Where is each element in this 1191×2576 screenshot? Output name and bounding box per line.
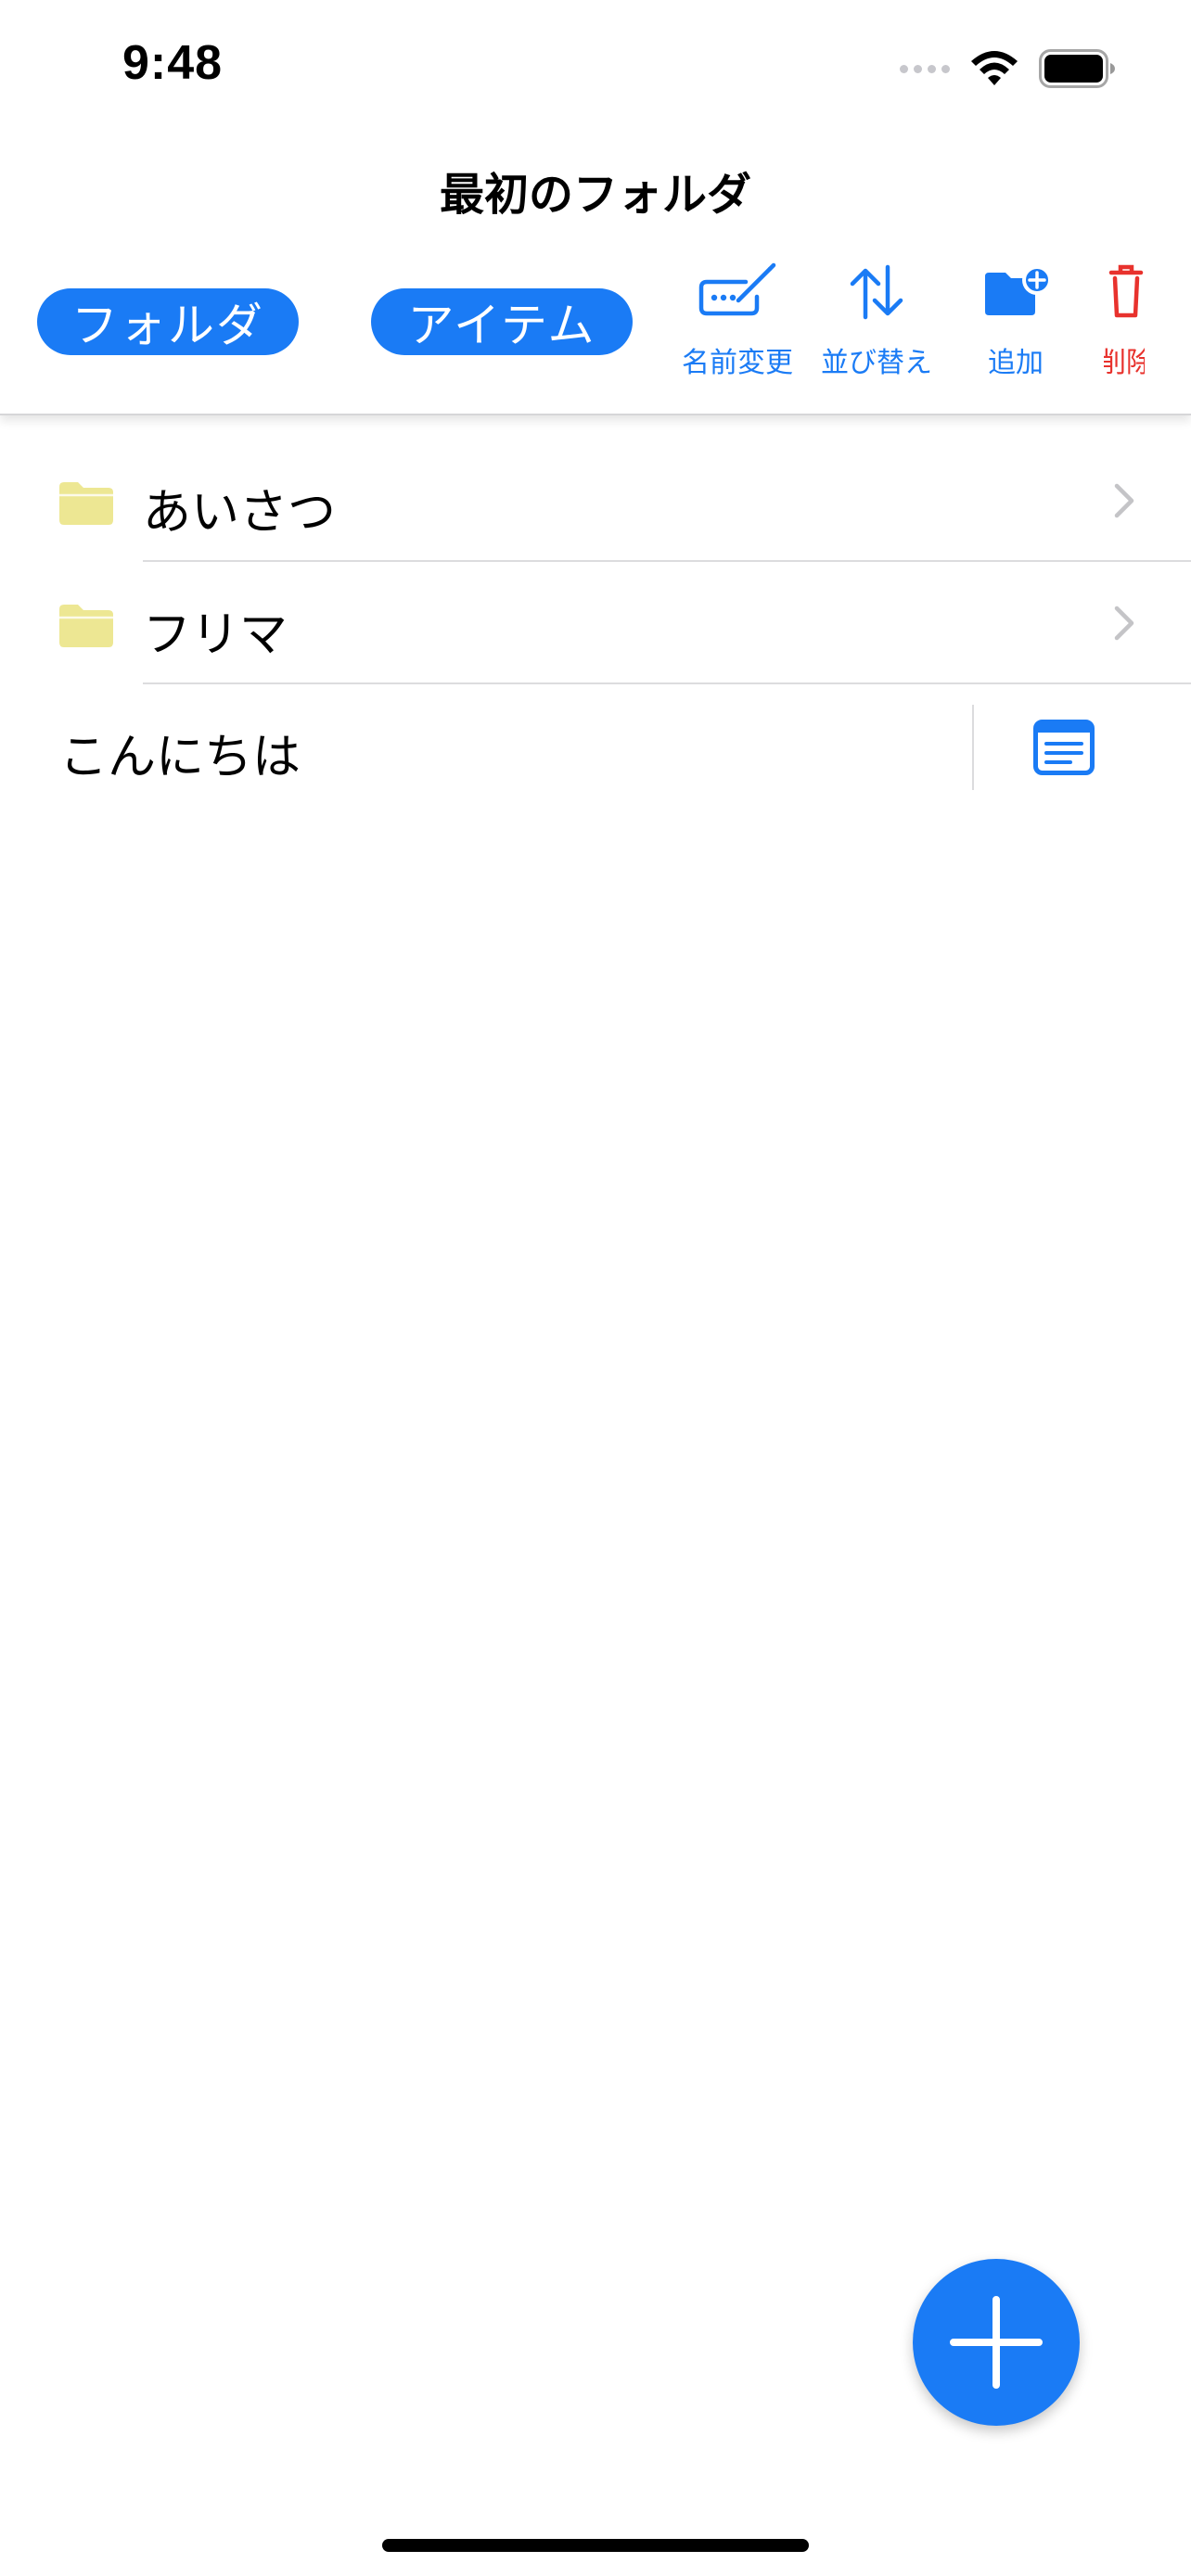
- folder-icon: [59, 482, 113, 525]
- status-icons: [900, 48, 1117, 89]
- folder-label: フリマ: [143, 607, 288, 663]
- battery-icon: [1039, 49, 1115, 88]
- delete-label: 削除: [1104, 347, 1145, 379]
- plus-icon: [950, 2296, 1043, 2389]
- sort-arrows-icon: [850, 264, 903, 320]
- item-filter-button[interactable]: アイテム: [371, 288, 633, 355]
- rename-label: 名前変更: [682, 347, 793, 379]
- vertical-divider: [972, 705, 974, 790]
- cellular-dots-icon: [900, 64, 950, 73]
- header: 9:48 最初のフォルダ フォルダ アイテム 名前変更 並び替え 追加 削除: [0, 0, 1191, 415]
- folder-row[interactable]: あいさつ: [0, 440, 1191, 562]
- item-row[interactable]: こんにちは: [0, 684, 1191, 807]
- page-title: 最初のフォルダ: [439, 169, 751, 221]
- chevron-right-icon: [1114, 606, 1134, 641]
- folder-row[interactable]: フリマ: [0, 562, 1191, 684]
- add-label: 追加: [988, 347, 1044, 379]
- note-icon[interactable]: [1033, 720, 1095, 775]
- rename-button[interactable]: 名前変更: [672, 261, 802, 380]
- folder-filter-button[interactable]: フォルダ: [37, 288, 299, 355]
- folder-label: あいさつ: [143, 485, 337, 541]
- trash-icon: [1108, 264, 1144, 318]
- add-button[interactable]: [913, 2259, 1080, 2426]
- status-time: 9:48: [122, 36, 224, 90]
- item-label: こんにちは: [59, 730, 301, 785]
- folder-add-icon: [985, 265, 1052, 315]
- chevron-right-icon: [1114, 483, 1134, 518]
- sort-button[interactable]: 並び替え: [812, 261, 941, 380]
- home-indicator[interactable]: [382, 2539, 809, 2552]
- sort-label: 並び替え: [821, 347, 932, 379]
- rename-icon: [698, 262, 776, 316]
- wifi-icon: [971, 51, 1018, 85]
- add-folder-button[interactable]: 追加: [951, 261, 1081, 380]
- folder-icon: [59, 605, 113, 647]
- delete-button[interactable]: 削除: [1104, 261, 1145, 380]
